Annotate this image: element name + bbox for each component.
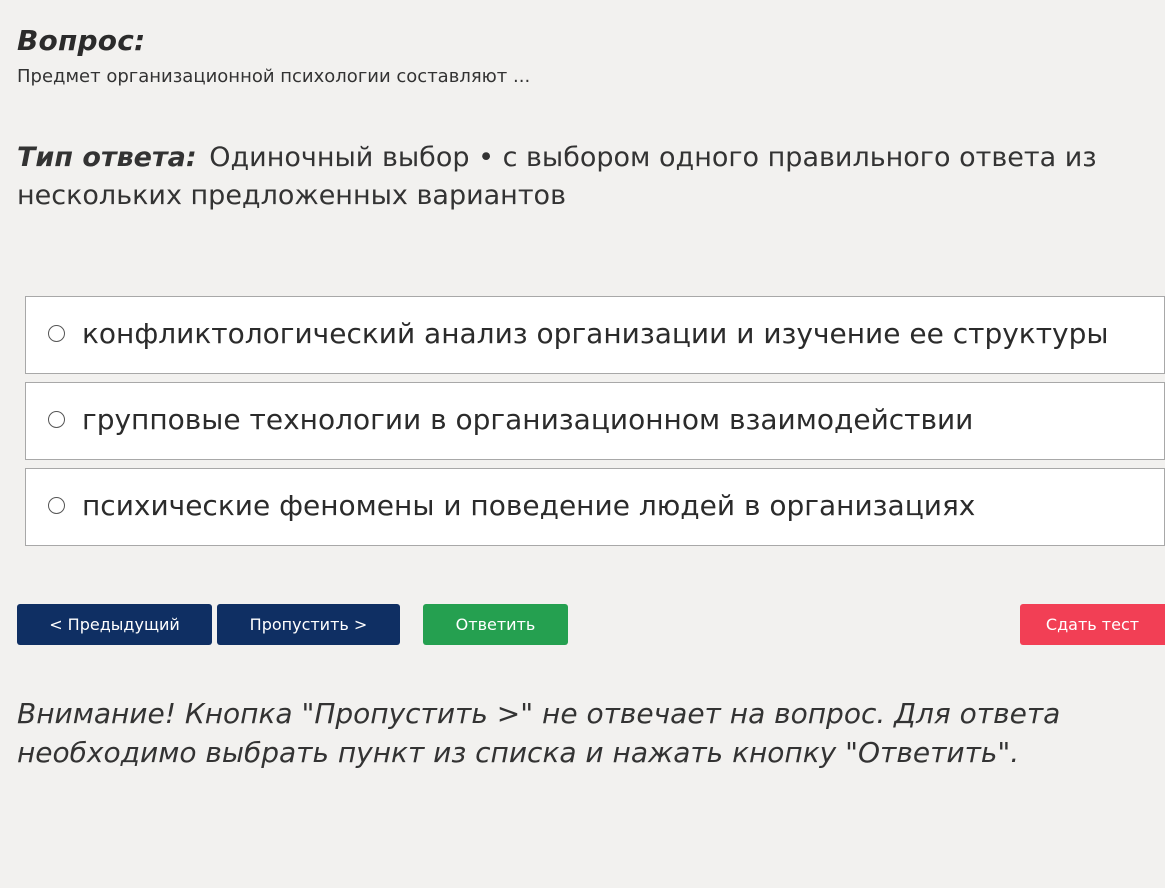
option-label: психические феномены и поведение людей в… bbox=[82, 489, 976, 522]
options-list: конфликтологический анализ организации и… bbox=[25, 296, 1165, 554]
option-label: конфликтологический анализ организации и… bbox=[82, 317, 1109, 350]
radio-button[interactable] bbox=[48, 411, 65, 428]
option-item[interactable]: психические феномены и поведение людей в… bbox=[25, 468, 1165, 546]
answer-type: Тип ответа: Одиночный выбор • с выбором … bbox=[17, 139, 1137, 215]
option-item[interactable]: групповые технологии в организационном в… bbox=[25, 382, 1165, 460]
option-item[interactable]: конфликтологический анализ организации и… bbox=[25, 296, 1165, 374]
skip-button[interactable]: Пропустить > bbox=[217, 604, 400, 645]
previous-button[interactable]: < Предыдущий bbox=[17, 604, 212, 645]
option-label: групповые технологии в организационном в… bbox=[82, 403, 974, 436]
answer-type-label: Тип ответа: bbox=[17, 142, 197, 173]
answer-button[interactable]: Ответить bbox=[423, 604, 568, 645]
question-heading: Вопрос: bbox=[17, 24, 146, 57]
question-text: Предмет организационной психологии соста… bbox=[17, 66, 531, 87]
submit-test-button[interactable]: Сдать тест bbox=[1020, 604, 1165, 645]
radio-button[interactable] bbox=[48, 497, 65, 514]
radio-button[interactable] bbox=[48, 325, 65, 342]
warning-text: Внимание! Кнопка "Пропустить >" не отвеч… bbox=[17, 697, 1061, 769]
